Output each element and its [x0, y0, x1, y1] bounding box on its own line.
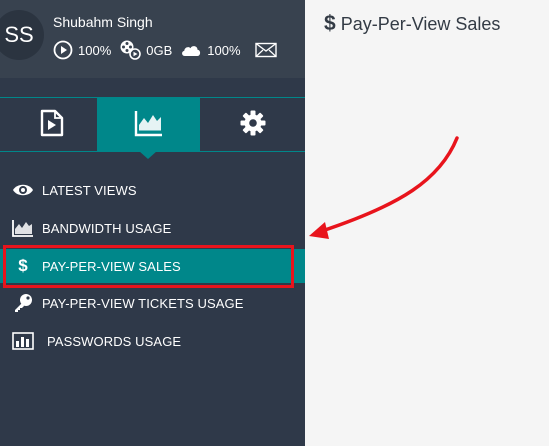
eye-icon	[11, 183, 35, 197]
area-chart-icon	[11, 219, 35, 237]
page-title: $ Pay-Per-View Sales	[324, 12, 500, 36]
page-title-text: Pay-Per-View Sales	[340, 13, 501, 34]
avatar[interactable]: SS	[0, 10, 44, 60]
annotation-arrow	[309, 136, 459, 239]
play-circle-icon	[53, 40, 73, 60]
annotation-highlight-box	[3, 245, 294, 288]
bar-chart-icon	[11, 332, 35, 350]
menu-item-label: PAY-PER-VIEW TICKETS USAGE	[42, 295, 244, 311]
user-stats: 100% 0GB 100%	[53, 39, 277, 61]
play-file-icon	[40, 109, 64, 142]
video-quota-value: 100%	[78, 42, 112, 58]
sidebar: SS Shubahm Singh 100% 0GB 100% LATEST VI…	[0, 0, 305, 446]
menu-item-label: BANDWIDTH USAGE	[42, 220, 172, 236]
key-icon	[11, 293, 35, 313]
storage-value: 100%	[207, 42, 241, 58]
menu-item-passwords-usage[interactable]: PASSWORDS USAGE	[0, 324, 305, 358]
menu-item-label: LATEST VIEWS	[42, 182, 137, 198]
cloud-icon	[180, 42, 202, 58]
menu-item-pay-per-view-tickets-usage[interactable]: PAY-PER-VIEW TICKETS USAGE	[0, 286, 305, 320]
user-profile: SS Shubahm Singh 100% 0GB 100%	[0, 0, 305, 78]
tab-analytics[interactable]	[97, 98, 200, 152]
sidebar-tabs	[0, 97, 305, 152]
envelope-icon[interactable]	[254, 42, 277, 58]
dollar-icon: $	[324, 12, 336, 35]
bandwidth-value: 0GB	[146, 42, 173, 58]
menu-item-latest-views[interactable]: LATEST VIEWS	[0, 173, 305, 207]
menu-item-bandwidth-usage[interactable]: BANDWIDTH USAGE	[0, 211, 305, 245]
tab-settings[interactable]	[201, 98, 304, 152]
film-reel-icon	[119, 40, 142, 60]
tab-videos[interactable]	[0, 98, 103, 152]
gear-icon	[239, 109, 267, 142]
user-name[interactable]: Shubahm Singh	[53, 14, 153, 30]
area-chart-icon	[134, 109, 164, 142]
menu-item-label: PASSWORDS USAGE	[47, 333, 182, 349]
active-tab-caret	[139, 151, 157, 159]
